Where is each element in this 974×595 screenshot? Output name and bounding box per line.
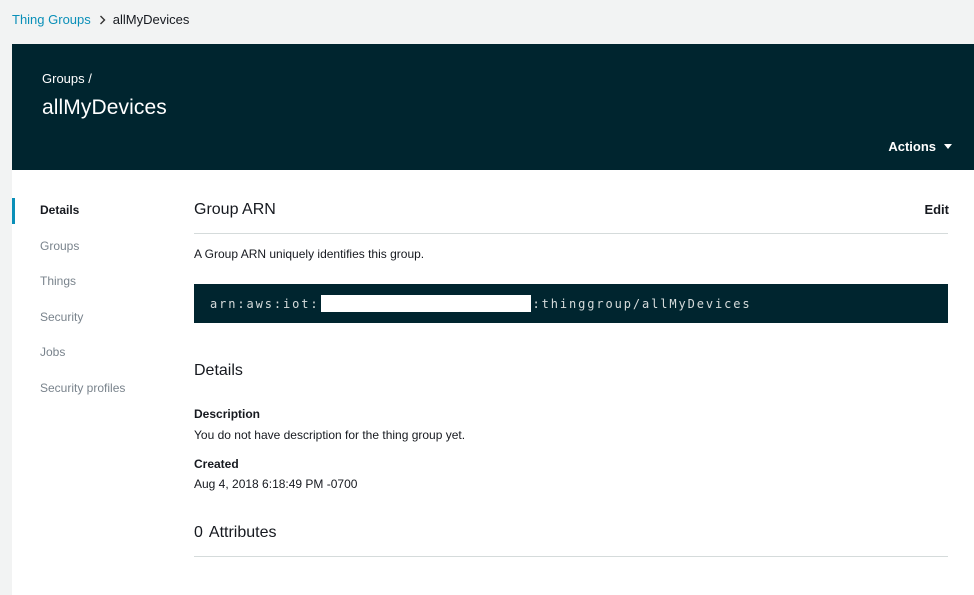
- edit-button[interactable]: Edit: [924, 202, 949, 217]
- group-arn-description: A Group ARN uniquely identifies this gro…: [194, 247, 425, 261]
- arn-suffix: :thinggroup/allMyDevices: [532, 296, 752, 311]
- side-navigation: Details Groups Things Security Jobs Secu…: [12, 194, 172, 407]
- sidenav-item-label: Jobs: [40, 345, 66, 359]
- actions-label: Actions: [888, 139, 936, 154]
- description-value: You do not have description for the thin…: [194, 428, 466, 442]
- sidenav-item-label: Things: [40, 274, 77, 288]
- sidenav-item-security[interactable]: Security: [12, 301, 172, 337]
- sidenav-item-label: Security: [40, 309, 84, 324]
- group-arn-header: Group ARN Edit: [194, 201, 949, 234]
- sidenav-item-label: Details: [40, 203, 80, 217]
- sidenav-item-security-profiles[interactable]: Security profiles: [12, 372, 172, 408]
- breadcrumb: Thing Groups allMyDevices: [12, 12, 189, 27]
- actions-button[interactable]: Actions: [888, 139, 952, 154]
- caret-down-icon: [944, 144, 952, 149]
- created-label: Created: [194, 457, 239, 471]
- chevron-right-icon: [99, 15, 106, 25]
- created-value: Aug 4, 2018 6:18:49 PM -0700: [194, 477, 358, 491]
- group-arn-title: Group ARN: [194, 201, 276, 218]
- description-label: Description: [194, 407, 261, 421]
- breadcrumb-thing-groups-link[interactable]: Thing Groups: [12, 12, 91, 27]
- arn-prefix: arn:aws:iot:: [210, 296, 320, 311]
- content-panel: Details Groups Things Security Jobs Secu…: [12, 170, 974, 595]
- page-header: Groups / allMyDevices Actions: [12, 44, 974, 170]
- group-arn-value: arn:aws:iot: :thinggroup/allMyDevices: [194, 284, 948, 323]
- details-section-title: Details: [194, 362, 243, 379]
- sidenav-item-details[interactable]: Details: [12, 194, 172, 230]
- arn-redacted-block: [320, 295, 531, 312]
- attributes-title: Attributes: [208, 524, 277, 541]
- sidenav-item-jobs[interactable]: Jobs: [12, 336, 172, 372]
- page-title: allMyDevices: [42, 96, 167, 119]
- sidenav-item-label: Security profiles: [40, 380, 126, 395]
- breadcrumb-current: allMyDevices: [112, 12, 190, 27]
- header-groups-breadcrumb[interactable]: Groups /: [42, 71, 92, 86]
- attributes-count: 0: [194, 524, 203, 541]
- attributes-section-header: 0 Attributes: [194, 524, 948, 557]
- sidenav-item-label: Groups: [40, 238, 80, 253]
- sidenav-item-things[interactable]: Things: [12, 265, 172, 301]
- sidenav-item-groups[interactable]: Groups: [12, 230, 172, 266]
